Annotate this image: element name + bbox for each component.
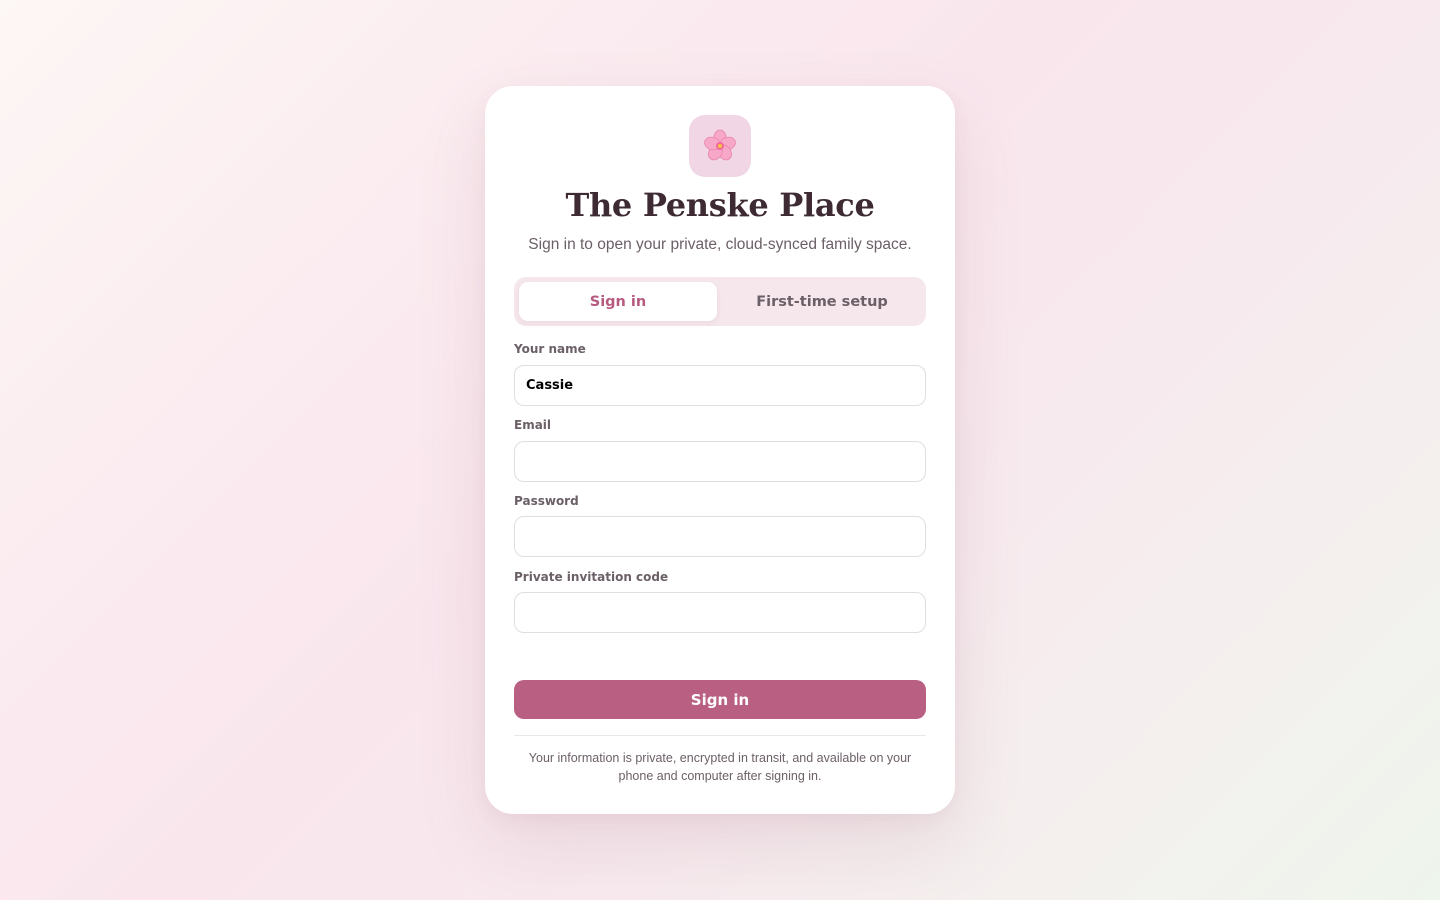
cherry-blossom-icon [704, 129, 736, 161]
email-label: Email [514, 418, 552, 432]
divider [514, 735, 926, 736]
tab-first-time-setup[interactable]: First-time setup [723, 282, 921, 321]
invitation-code-label: Private invitation code [514, 570, 669, 584]
privacy-note: Your information is private, encrypted i… [528, 751, 912, 783]
invitation-code-field[interactable] [514, 592, 926, 633]
password-label: Password [514, 494, 579, 508]
email-field[interactable] [514, 441, 926, 482]
app-subtitle: Sign in to open your private, cloud-sync… [528, 236, 912, 253]
name-label: Your name [514, 342, 586, 356]
app-title: The Penske Place [565, 186, 875, 224]
app-logo [689, 115, 751, 177]
tab-sign-in[interactable]: Sign in [519, 282, 717, 321]
sign-in-card: The Penske Place Sign in to open your pr… [485, 86, 955, 814]
name-field[interactable] [514, 365, 926, 406]
auth-tabs: Sign in First-time setup [514, 277, 926, 326]
sign-in-button[interactable]: Sign in [514, 680, 926, 719]
password-field[interactable] [514, 516, 926, 557]
